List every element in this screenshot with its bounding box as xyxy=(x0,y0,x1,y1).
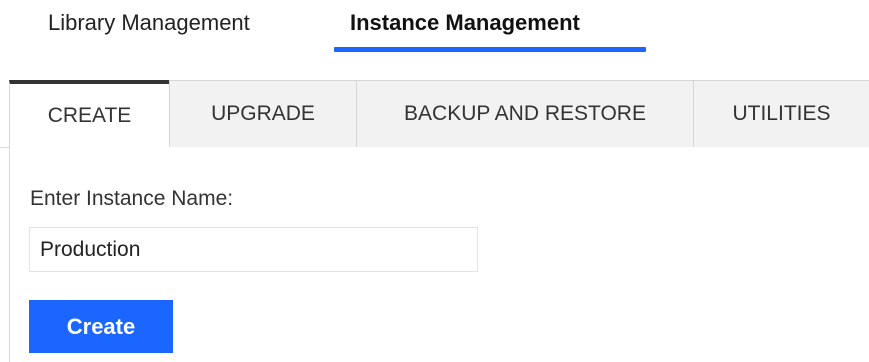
create-button[interactable]: Create xyxy=(29,300,173,353)
instance-name-input[interactable] xyxy=(29,227,478,272)
instance-sub-tabs: CREATE UPGRADE BACKUP AND RESTORE UTILIT… xyxy=(0,80,869,149)
create-panel: Enter Instance Name: Create xyxy=(9,147,869,362)
tab-instance-management[interactable]: Instance Management xyxy=(350,9,580,37)
tab-library-management[interactable]: Library Management xyxy=(48,9,250,37)
active-tab-indicator xyxy=(334,47,646,52)
top-navigation: Library Management Instance Management xyxy=(0,0,869,60)
tab-upgrade[interactable]: UPGRADE xyxy=(169,80,357,148)
instance-name-label: Enter Instance Name: xyxy=(30,187,234,210)
tab-utilities[interactable]: UTILITIES xyxy=(693,80,869,148)
tab-backup-and-restore[interactable]: BACKUP AND RESTORE xyxy=(356,80,694,148)
tab-create[interactable]: CREATE xyxy=(9,80,170,149)
